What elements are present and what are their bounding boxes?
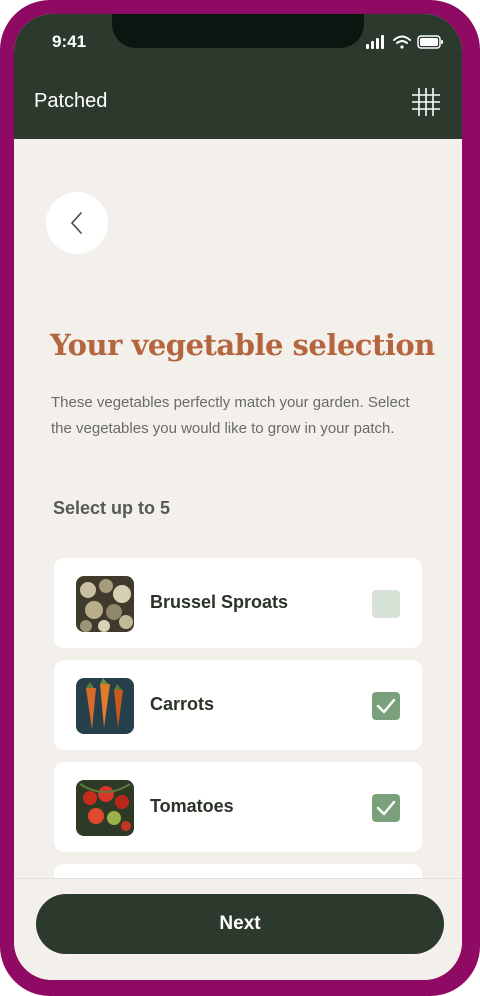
brussels-sprouts-image	[76, 576, 134, 632]
device-frame: 9:41 Patched Your vegetable selection Th…	[0, 0, 480, 996]
vegetable-name: Carrots	[150, 694, 215, 714]
vegetable-card-carrots[interactable]: Carrots	[54, 660, 422, 750]
back-button[interactable]	[46, 192, 108, 254]
vegetable-name: Brussel Sproats	[150, 592, 289, 612]
status-time: 9:41	[52, 32, 87, 51]
vegetable-checkbox[interactable]	[372, 794, 400, 822]
carrots-image	[76, 678, 134, 734]
device-notch	[112, 14, 364, 48]
checkmark-icon	[376, 698, 396, 714]
vegetable-card-tomatoes[interactable]: Tomatoes	[54, 762, 422, 852]
signal-icon	[366, 35, 384, 49]
grid-menu-icon[interactable]	[410, 86, 442, 118]
next-button[interactable]: Next	[36, 894, 444, 954]
vegetable-card-brussel-sproats[interactable]: Brussel Sproats	[54, 558, 422, 648]
app-title: Patched	[34, 90, 108, 112]
checkmark-icon	[376, 800, 396, 816]
vegetable-checkbox[interactable]	[372, 590, 400, 618]
page-description: These vegetables perfectly match your ga…	[51, 394, 410, 437]
chevron-left-icon	[70, 212, 82, 234]
selection-limit-label: Select up to 5	[53, 498, 171, 518]
app-header: 9:41 Patched	[14, 14, 462, 139]
battery-icon	[417, 35, 443, 49]
page-title: Your vegetable selection	[50, 328, 435, 362]
wifi-icon	[393, 35, 411, 49]
tomatoes-image	[76, 780, 134, 836]
app-screen: 9:41 Patched Your vegetable selection Th…	[14, 14, 462, 980]
status-icons	[366, 35, 443, 49]
vegetable-checkbox[interactable]	[372, 692, 400, 720]
vegetable-name: Tomatoes	[150, 796, 234, 816]
